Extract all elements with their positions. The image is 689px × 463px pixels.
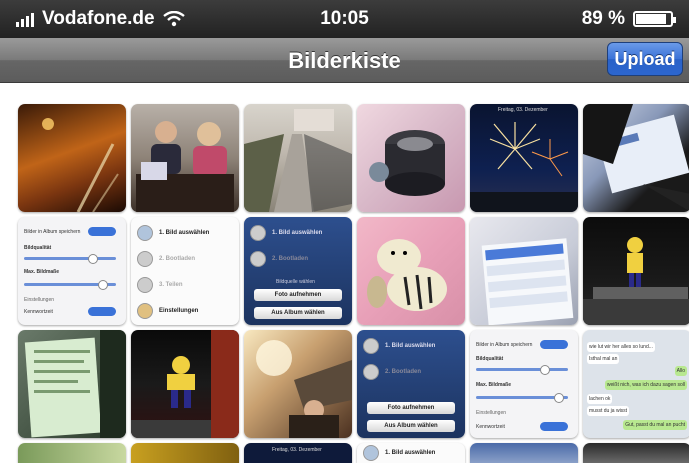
navigation-bar: Bilderkiste Upload — [0, 38, 689, 83]
sheet-button: Aus Album wählen — [254, 307, 342, 319]
chat-message: musst du ja wisst — [587, 406, 630, 416]
settings-section-label: Einstellungen — [24, 297, 55, 303]
photo-thumbnail-partial[interactable] — [583, 443, 689, 463]
photo-thumbnail-partial[interactable] — [131, 443, 239, 463]
photo-thumbnail-fireworks[interactable]: Freitag, 03. Dezember — [470, 104, 578, 212]
battery-icon — [633, 11, 676, 27]
screenshot-thumbnail-action-sheet[interactable]: 1. Bild auswählen 2. Bootladen Foto aufn… — [357, 330, 465, 438]
thumbnail-caption: Freitag, 03. Dezember — [272, 447, 322, 453]
photo-thumbnail-figurine[interactable] — [583, 217, 689, 325]
photo-thumbnail-people-table[interactable] — [131, 104, 239, 212]
settings-row-label: Bildqualität — [24, 245, 52, 251]
settings-row-label: Bilder in Album speichern — [24, 229, 81, 235]
settings-row-label: Bildqualität — [476, 356, 504, 362]
menu-item-label: 2. Bootladen — [385, 369, 422, 375]
settings-row-label: Kennwortzeit — [24, 309, 53, 315]
photo-thumbnail-camera-lens[interactable] — [357, 104, 465, 212]
menu-item-label: 2. Bootladen — [272, 256, 309, 262]
upload-button[interactable]: Upload — [607, 42, 683, 76]
chat-message: lachen ok — [587, 394, 613, 404]
photo-thumbnail-partial[interactable] — [18, 443, 126, 463]
photo-thumbnail-street-night[interactable] — [18, 104, 126, 212]
screenshot-thumbnail-chat[interactable]: wie lut wir her alles so lund... Isthal … — [583, 330, 689, 438]
settings-row-label: Max. Bildmaße — [476, 382, 512, 388]
photo-thumbnail-figurine-rotated[interactable] — [131, 330, 239, 438]
photo-thumbnail-walkway[interactable] — [244, 104, 352, 212]
photo-thumbnail-laptop-screen[interactable] — [583, 104, 689, 212]
screenshot-thumbnail-action-sheet[interactable]: 1. Bild auswählen 2. Bootladen Bildquell… — [244, 217, 352, 325]
sheet-title: Bildquelle wählen — [276, 279, 315, 285]
page-title: Bilderkiste — [288, 48, 401, 73]
chat-message: Gut, passt du mal an pucht — [623, 420, 687, 430]
photo-thumbnail-partial[interactable] — [470, 443, 578, 463]
screenshot-thumbnail-settings[interactable]: Bilder in Album speichern Bildqualität M… — [18, 217, 126, 325]
battery-percent: 89 % — [581, 8, 625, 29]
photo-thumbnail-sunlit-room[interactable] — [244, 330, 352, 438]
settings-row-label: Kennwortzeit — [476, 424, 505, 430]
chat-message: wie lut wir her alles so lund... — [587, 342, 655, 352]
chat-message: Allo — [674, 366, 687, 376]
menu-item-label: 3. Teilen — [159, 282, 183, 288]
status-bar: Vodafone.de 10:05 89 % — [0, 0, 689, 38]
photo-thumbnail-plush-toy[interactable] — [357, 217, 465, 325]
screenshot-thumbnail-settings[interactable]: Bilder in Album speichern Bildqualität M… — [470, 330, 578, 438]
photo-thumbnail-display-panel[interactable] — [18, 330, 126, 438]
settings-row-label: Bilder in Album speichern — [476, 342, 533, 348]
menu-item-label: 1. Bild auswählen — [272, 230, 323, 236]
settings-section-label: Einstellungen — [476, 410, 507, 416]
screenshot-thumbnail-menu[interactable]: 1. Bild auswählen 2. Bootladen 3. Teilen… — [131, 217, 239, 325]
menu-item-label: 1. Bild auswählen — [385, 450, 436, 456]
sheet-button: Foto aufnehmen — [254, 289, 342, 301]
settings-row-label: Max. Bildmaße — [24, 269, 60, 275]
sheet-button: Foto aufnehmen — [367, 402, 455, 414]
chat-message: Isthal mal an — [587, 354, 620, 364]
chat-message: weißt nich, was ich dazu sagen soll — [604, 380, 687, 390]
screenshot-thumbnail-partial[interactable]: 1. Bild auswählen — [357, 443, 465, 463]
sheet-button: Aus Album wählen — [367, 420, 455, 432]
photo-thumbnail-screen-list[interactable] — [470, 217, 578, 325]
menu-item-label: 2. Bootladen — [159, 256, 196, 262]
menu-item-label: Einstellungen — [159, 308, 199, 314]
menu-item-label: 1. Bild auswählen — [159, 230, 210, 236]
photo-thumbnail-partial[interactable]: Freitag, 03. Dezember — [244, 443, 352, 463]
menu-item-label: 1. Bild auswählen — [385, 343, 436, 349]
